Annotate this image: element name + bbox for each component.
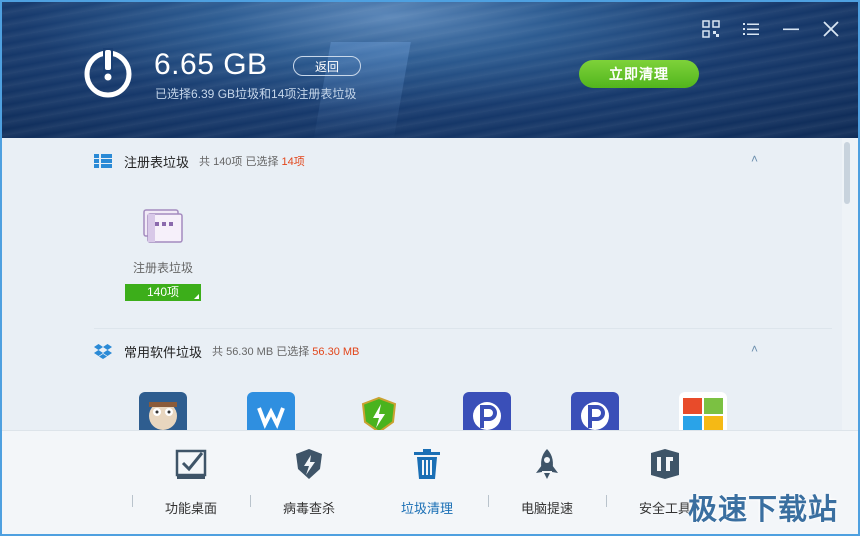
shield-bolt-icon [296, 449, 322, 479]
dock-item-desktop[interactable]: 功能桌面 [132, 447, 250, 517]
desktop-check-icon [175, 449, 207, 479]
registry-count-badge[interactable]: 140项 [125, 284, 201, 301]
chevron-up-icon[interactable]: ˄ [751, 342, 758, 356]
software-app-row [2, 392, 842, 430]
dock-item-junk-clean[interactable]: 垃圾清理 [368, 447, 486, 517]
wps-w-icon [257, 407, 285, 429]
app-window: 6.65 GB 返回 已选择6.39 GB垃圾和14项注册表垃圾 立即清理 注册… [0, 0, 860, 536]
back-button[interactable]: 返回 [293, 56, 361, 76]
menu-icon[interactable] [742, 20, 760, 38]
trash-icon [414, 449, 440, 479]
shield-bolt-app-icon [361, 396, 397, 430]
p-icon[interactable] [571, 392, 619, 430]
section-meta: 共 56.30 MB 已选择 56.30 MB [212, 343, 359, 359]
dock-item-speedup[interactable]: 电脑提速 [488, 447, 606, 517]
section-registry-header[interactable]: 注册表垃圾 共 140项 已选择 14项 [94, 149, 305, 173]
section-meta: 共 140项 已选择 14项 [199, 153, 305, 169]
registry-item-label: 注册表垃圾 [132, 261, 193, 275]
section-meta-selected: 56.30 MB [312, 346, 360, 358]
clean-now-button[interactable]: 立即清理 [579, 60, 699, 88]
dock-separator [132, 495, 133, 507]
qrcode-icon[interactable] [702, 20, 720, 38]
close-icon[interactable] [822, 20, 840, 38]
p-letter-icon [473, 402, 501, 430]
dock-label: 电脑提速 [520, 501, 573, 516]
p-letter-icon [581, 402, 609, 430]
selection-summary: 已选择6.39 GB垃圾和14项注册表垃圾 [155, 87, 357, 101]
section-meta-prefix: 共 56.30 MB 已选择 [212, 346, 310, 358]
scan-results-list: 注册表垃圾 共 140项 已选择 14项 ˄ 注册表垃圾 140项 常用软件垃圾… [2, 138, 842, 430]
dock-label: 垃圾清理 [400, 501, 453, 516]
junk-size: 6.65 GB [154, 48, 268, 81]
dock-label: 病毒查杀 [282, 501, 335, 516]
window-controls [702, 20, 840, 38]
section-meta-selected: 14项 [281, 156, 305, 168]
list-icon [94, 154, 112, 168]
wps-icon[interactable] [247, 392, 295, 430]
registry-icon [143, 209, 183, 243]
dropbox-icon [94, 344, 112, 359]
shield-icon[interactable] [355, 392, 403, 430]
dock-label: 功能桌面 [164, 501, 217, 516]
dock-separator [250, 495, 251, 507]
toolbox-icon [651, 449, 679, 479]
scrollbar-thumb[interactable] [844, 142, 850, 204]
power-icon [84, 48, 132, 98]
registry-junk-item[interactable]: 注册表垃圾 140项 [125, 208, 201, 301]
minimize-icon[interactable] [782, 20, 800, 38]
section-software-header[interactable]: 常用软件垃圾 共 56.30 MB 已选择 56.30 MB [94, 339, 359, 363]
p-icon[interactable] [463, 392, 511, 430]
dock-item-antivirus[interactable]: 病毒查杀 [250, 447, 368, 517]
app-icon-1[interactable] [139, 392, 187, 430]
chevron-up-icon[interactable]: ˄ [751, 152, 758, 166]
office-icon[interactable] [679, 392, 727, 430]
rocket-icon [536, 449, 558, 479]
header-banner: 6.65 GB 返回 已选择6.39 GB垃圾和14项注册表垃圾 立即清理 [2, 2, 858, 138]
watermark-text: 极速下载站 [688, 494, 839, 526]
section-meta-prefix: 共 140项 已选择 [199, 156, 279, 168]
section-title: 常用软件垃圾 [124, 344, 203, 360]
owl-avatar-icon [149, 402, 177, 430]
section-title: 注册表垃圾 [124, 154, 190, 170]
office-tiles-icon [683, 398, 723, 430]
section-divider [94, 328, 832, 329]
